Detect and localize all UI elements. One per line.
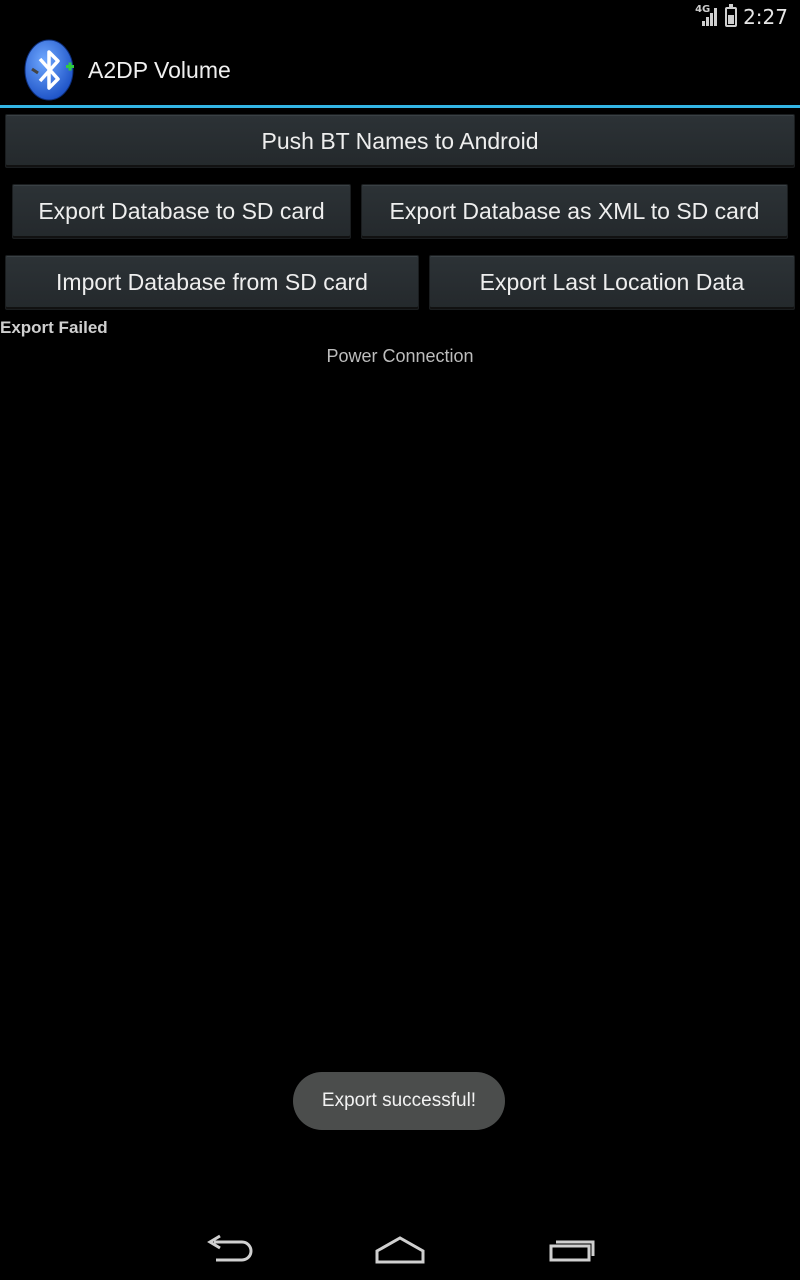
toast-message: Export successful! [293,1072,505,1130]
home-icon[interactable] [370,1230,430,1270]
app-title: A2DP Volume [88,57,231,83]
export-database-sd-button[interactable]: Export Database to SD card [12,184,351,239]
recents-icon[interactable] [540,1230,600,1270]
status-time: 2:27 [743,5,788,29]
status-bar: 4G 2:27 [0,0,800,33]
export-database-xml-button[interactable]: Export Database as XML to SD card [361,184,788,239]
export-status-text: Export Failed [0,318,108,337]
network-type: 4G [695,4,711,15]
back-icon[interactable] [200,1230,260,1270]
push-bt-names-button[interactable]: Push BT Names to Android [5,114,795,168]
action-bar: A2DP Volume [0,33,800,108]
battery-icon [725,4,738,27]
navigation-bar [0,1216,800,1280]
signal-icon: 4G [695,4,719,28]
bluetooth-app-icon[interactable] [24,39,76,101]
import-database-button[interactable]: Import Database from SD card [5,255,419,310]
status-icons: 4G 2:27 [695,3,788,31]
power-connection-label: Power Connection [326,346,474,366]
export-location-button[interactable]: Export Last Location Data [429,255,795,310]
